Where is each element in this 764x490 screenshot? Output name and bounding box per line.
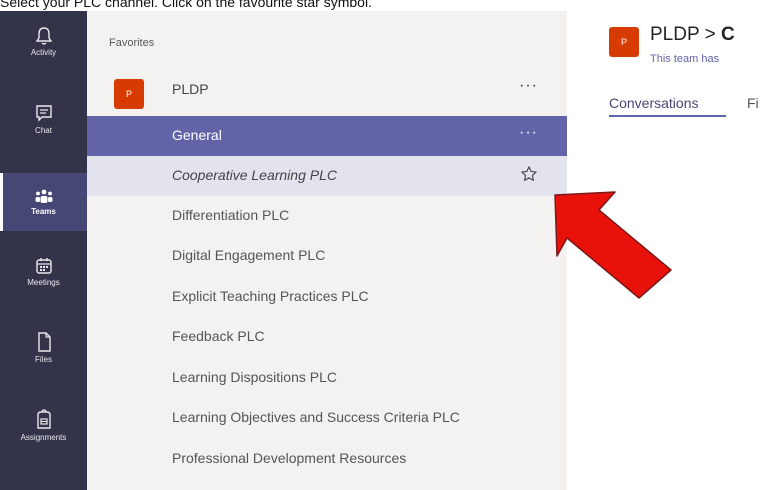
header-team-avatar: P — [609, 27, 639, 57]
app-rail: Activity Chat Teams Meetings Files Assig… — [0, 11, 87, 490]
channel-learning-objectives[interactable]: Learning Objectives and Success Criteria… — [87, 398, 567, 438]
team-more-options-button[interactable]: ··· — [519, 77, 538, 95]
channel-learning-dispositions[interactable]: Learning Dispositions PLC — [87, 358, 567, 398]
active-indicator — [0, 173, 3, 231]
channel-general[interactable]: General ··· — [87, 116, 567, 156]
instruction-caption: Select your PLC channel. Click on the fa… — [0, 0, 372, 10]
rail-label-meetings: Meetings — [27, 278, 60, 287]
channel-digital-engagement[interactable]: Digital Engagement PLC — [87, 236, 567, 276]
rail-item-chat[interactable]: Chat — [0, 104, 87, 164]
favorites-heading: Favorites — [109, 37, 155, 49]
channel-label: Digital Engagement PLC — [172, 247, 326, 263]
channel-label: Differentiation PLC — [172, 207, 290, 223]
favorite-star-icon[interactable] — [520, 165, 538, 186]
channel-label: Professional Development Resources — [172, 450, 407, 466]
channel-differentiation[interactable]: Differentiation PLC — [87, 196, 567, 236]
rail-label-teams: Teams — [31, 207, 56, 216]
rail-item-files[interactable]: Files — [0, 331, 87, 391]
channel-explicit-teaching[interactable]: Explicit Teaching Practices PLC — [87, 277, 567, 317]
rail-item-meetings[interactable]: Meetings — [0, 256, 87, 316]
channel-header-title: PLDP > C — [650, 24, 735, 46]
teams-icon — [35, 189, 52, 203]
tab-conversations[interactable]: Conversations — [609, 95, 699, 111]
assignments-icon — [36, 409, 51, 429]
channel-feedback[interactable]: Feedback PLC — [87, 317, 567, 357]
bell-icon — [35, 27, 52, 45]
channel-label: Cooperative Learning PLC — [172, 167, 337, 183]
active-tab-underline — [609, 115, 726, 117]
header-channel-name: C — [720, 24, 735, 45]
header-separator: > — [699, 24, 721, 45]
team-description[interactable]: This team has — [650, 53, 719, 65]
rail-item-activity[interactable]: Activity — [0, 26, 87, 86]
channel-label: General — [172, 127, 222, 143]
channel-cooperative-learning[interactable]: Cooperative Learning PLC — [87, 156, 567, 196]
rail-item-teams[interactable]: Teams — [0, 173, 87, 231]
rail-label-chat: Chat — [35, 126, 52, 135]
team-row-pldp[interactable]: P PLDP ··· — [87, 69, 567, 109]
rail-label-activity: Activity — [30, 48, 57, 57]
chat-icon — [35, 105, 52, 122]
rail-label-assignments: Assignments — [20, 433, 67, 442]
tab-files[interactable]: Fi — [747, 95, 759, 111]
rail-item-assignments[interactable]: Assignments — [0, 409, 87, 469]
file-icon — [37, 332, 51, 352]
channel-label: Learning Objectives and Success Criteria… — [172, 409, 460, 425]
calendar-icon — [35, 258, 52, 274]
header-team-name: PLDP — [650, 24, 700, 45]
team-avatar: P — [114, 79, 144, 109]
channel-label: Explicit Teaching Practices PLC — [172, 288, 369, 304]
rail-label-files: Files — [35, 355, 52, 364]
channel-label: Feedback PLC — [172, 328, 265, 344]
teams-panel: Favorites P PLDP ··· General ··· Coopera… — [87, 11, 567, 490]
channel-label: Learning Dispositions PLC — [172, 369, 337, 385]
team-name: PLDP — [172, 81, 209, 97]
channel-more-options-button[interactable]: ··· — [519, 124, 538, 142]
pointer-arrow-icon — [554, 191, 672, 299]
channel-professional-development[interactable]: Professional Development Resources — [87, 439, 567, 479]
